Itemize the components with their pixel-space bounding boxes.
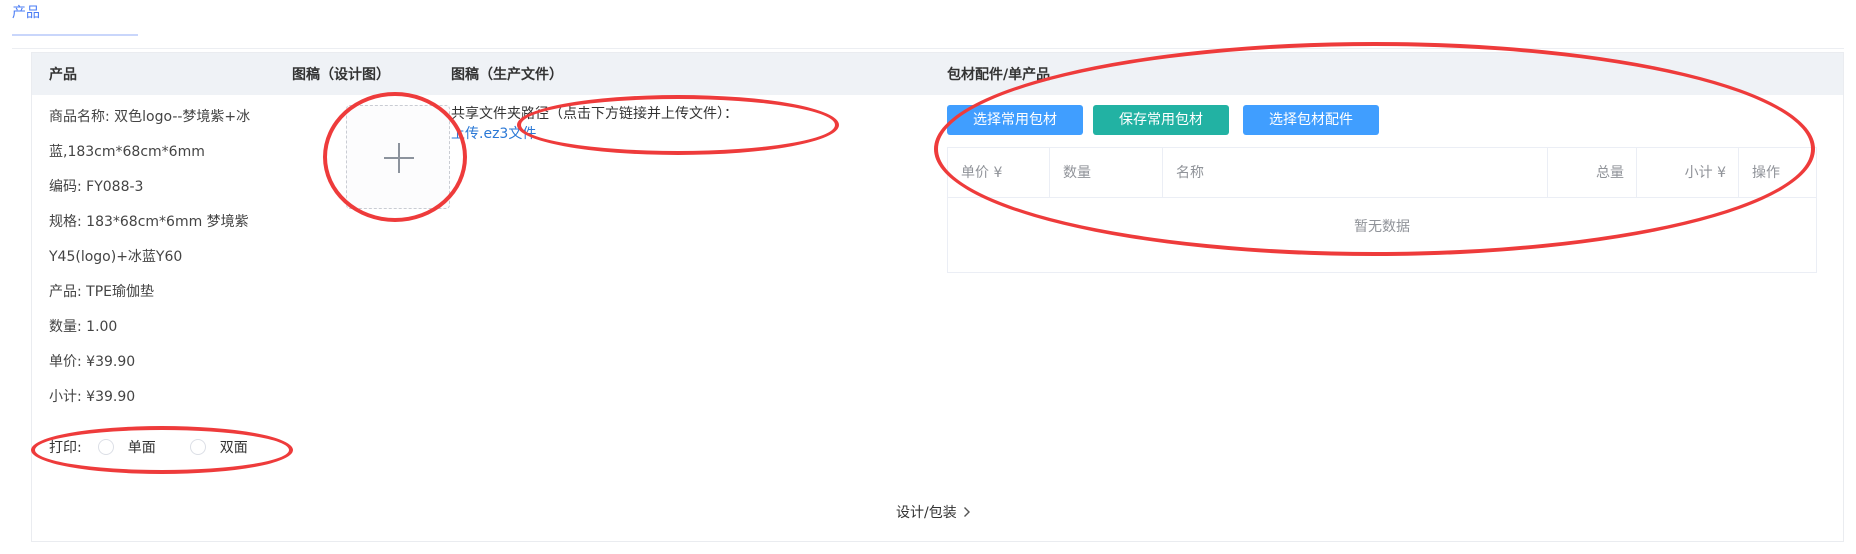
page-root: 产品 产品 图稿（设计图） 图稿（生产文件） 包材配件/单产品 商品名称: 双色… (0, 0, 1856, 554)
print-option-single-label[interactable]: 单面 (128, 437, 156, 457)
product-quantity: 数量: 1.00 (49, 319, 118, 335)
chevron-right-icon (963, 505, 971, 521)
packaging-table: 单价 ¥ 数量 名称 总量 小计 ¥ 操作 暂无数据 (947, 147, 1817, 273)
table-header-row: 产品 图稿（设计图） 图稿（生产文件） 包材配件/单产品 (32, 53, 1843, 95)
print-label: 打印: (49, 440, 82, 456)
radio-double-side[interactable] (189, 439, 206, 455)
select-packaging-accessories-button[interactable]: 选择包材配件 (1243, 105, 1379, 135)
plus-icon-stroke (398, 143, 400, 173)
tab-divider (12, 48, 1844, 49)
packaging-empty-text: 暂无数据 (1354, 219, 1410, 235)
product-unit-price: 单价: ¥39.90 (49, 354, 136, 370)
design-packaging-label[interactable]: 设计/包装 (896, 505, 957, 521)
header-packaging: 包材配件/单产品 (947, 67, 1051, 83)
col-quantity: 数量 (1050, 148, 1163, 198)
select-common-packaging-button[interactable]: 选择常用包材 (947, 105, 1083, 135)
header-product: 产品 (49, 67, 77, 83)
col-total: 总量 (1548, 148, 1637, 198)
product-info: 商品名称: 双色logo--梦境紫+冰 蓝,183cm*68cm*6mm 编码:… (49, 109, 289, 424)
product-subtotal: 小计: ¥39.90 (49, 389, 136, 405)
col-subtotal: 小计 ¥ (1637, 148, 1739, 198)
design-packaging-link[interactable]: 设计/包装 (896, 502, 971, 522)
shared-folder-instruction: 共享文件夹路径（点击下方链接并上传文件）： (451, 106, 738, 122)
product-name-line-1: 商品名称: 双色logo--梦境紫+冰 (49, 109, 251, 125)
print-option-double-label[interactable]: 双面 (220, 437, 248, 457)
col-actions: 操作 (1752, 165, 1780, 181)
radio-single-side[interactable] (97, 439, 114, 455)
product-spec-line-2: Y45(logo)+冰蓝Y60 (49, 249, 183, 265)
product-code: 编码: FY088-3 (49, 179, 144, 195)
order-product-panel: 产品 图稿（设计图） 图稿（生产文件） 包材配件/单产品 商品名称: 双色log… (31, 52, 1844, 542)
tab-active-indicator (12, 34, 138, 36)
design-upload-box[interactable] (346, 105, 450, 209)
save-common-packaging-button[interactable]: 保存常用包材 (1093, 105, 1229, 135)
packaging-table-header: 单价 ¥ 数量 名称 总量 小计 ¥ 操作 (948, 148, 1816, 198)
upload-ez3-link[interactable]: 上传.ez3文件 (451, 123, 536, 143)
product-spec-line-1: 规格: 183*68cm*6mm 梦境紫 (49, 214, 249, 230)
print-option-row: 打印: 单面 双面 (49, 437, 248, 457)
header-production-file: 图稿（生产文件） (451, 67, 563, 83)
product-name-line-2: 蓝,183cm*68cm*6mm (49, 144, 205, 160)
header-design-draft: 图稿（设计图） (292, 67, 390, 83)
product-type: 产品: TPE瑜伽垫 (49, 284, 155, 300)
col-unit-price: 单价 ¥ (948, 148, 1050, 198)
col-name: 名称 (1163, 148, 1548, 198)
tab-product[interactable]: 产品 (12, 2, 40, 22)
